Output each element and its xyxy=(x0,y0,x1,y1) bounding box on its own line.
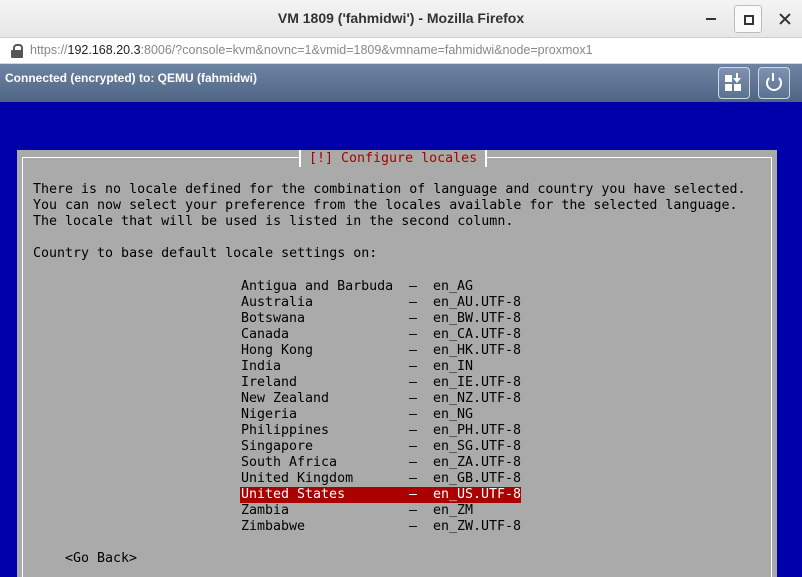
description-line-2: You can now select your preference from … xyxy=(33,198,738,213)
locale-country: Canada xyxy=(241,327,290,342)
locale-separator: – xyxy=(409,391,418,406)
url-text[interactable]: https://192.168.20.3:8006/?console=kvm&n… xyxy=(30,43,593,57)
locale-option[interactable]: Zambia – en_ZM xyxy=(240,503,521,519)
locale-option[interactable]: New Zealand – en_NZ.UTF-8 xyxy=(240,391,521,407)
locale-option[interactable]: United Kingdom – en_GB.UTF-8 xyxy=(240,471,521,487)
locale-option[interactable]: South Africa – en_ZA.UTF-8 xyxy=(240,455,521,471)
maximize-icon[interactable] xyxy=(734,5,762,33)
locale-separator: – xyxy=(409,311,418,326)
locale-code: en_AU.UTF-8 xyxy=(433,295,522,310)
locale-code: en_IE.UTF-8 xyxy=(433,375,522,390)
locale-code: en_PH.UTF-8 xyxy=(433,423,522,438)
dialog-title: [!] Configure locales xyxy=(299,150,488,167)
vm-console-screen[interactable]: [!] Configure locales There is no locale… xyxy=(0,102,802,577)
locale-code: en_GB.UTF-8 xyxy=(433,471,522,486)
connection-status: Connected (encrypted) to: QEMU (fahmidwi… xyxy=(5,71,257,85)
country-prompt: Country to base default locale settings … xyxy=(33,246,378,261)
locale-code: en_US.UTF-8 xyxy=(433,487,522,502)
locale-country: Ireland xyxy=(241,375,298,390)
url-host: 192.168.20.3 xyxy=(67,43,141,57)
locale-country: United States xyxy=(241,487,346,502)
locale-code: en_SG.UTF-8 xyxy=(433,439,522,454)
locale-separator: – xyxy=(409,519,418,534)
locale-code: en_AG xyxy=(433,279,474,294)
url-path: :8006/?console=kvm&novnc=1&vmid=1809&vmn… xyxy=(140,43,593,57)
locale-separator: – xyxy=(409,343,418,358)
locale-separator: – xyxy=(409,423,418,438)
locale-option[interactable]: Australia – en_AU.UTF-8 xyxy=(240,295,521,311)
window-title: VM 1809 ('fahmidwi') - Mozilla Firefox xyxy=(277,10,525,26)
locale-code: en_BW.UTF-8 xyxy=(433,311,522,326)
locale-option[interactable]: United States – en_US.UTF-8 xyxy=(240,487,521,503)
locale-option[interactable]: Nigeria – en_NG xyxy=(240,407,521,423)
minimize-icon[interactable] xyxy=(700,8,722,30)
locale-code: en_CA.UTF-8 xyxy=(433,327,522,342)
description-line-3: The locale that will be used is listed i… xyxy=(33,214,514,229)
url-scheme: https:// xyxy=(30,43,68,57)
locale-code: en_ZM xyxy=(433,503,474,518)
locale-separator: – xyxy=(409,375,418,390)
novnc-control-bar: Connected (encrypted) to: QEMU (fahmidwi… xyxy=(0,64,802,102)
locale-list[interactable]: Antigua and Barbuda – en_AG Australia – en_AU… xyxy=(240,279,521,535)
locale-option[interactable]: Hong Kong – en_HK.UTF-8 xyxy=(240,343,521,359)
locale-separator: – xyxy=(409,487,418,502)
locale-option[interactable]: Philippines – en_PH.UTF-8 xyxy=(240,423,521,439)
power-button[interactable] xyxy=(758,67,790,99)
locale-code: en_NG xyxy=(433,407,474,422)
locale-country: Zimbabwe xyxy=(241,519,306,534)
locale-option[interactable]: Singapore – en_SG.UTF-8 xyxy=(240,439,521,455)
locale-code: en_ZA.UTF-8 xyxy=(433,455,522,470)
locale-separator: – xyxy=(409,279,418,294)
url-bar[interactable]: https://192.168.20.3:8006/?console=kvm&n… xyxy=(0,38,802,64)
locale-option[interactable]: Canada – en_CA.UTF-8 xyxy=(240,327,521,343)
locale-country: Australia xyxy=(241,295,314,310)
locale-country: Philippines xyxy=(241,423,330,438)
locale-separator: – xyxy=(409,327,418,342)
locale-separator: – xyxy=(409,471,418,486)
locale-option[interactable]: Ireland – en_IE.UTF-8 xyxy=(240,375,521,391)
locale-option[interactable]: Zimbabwe – en_ZW.UTF-8 xyxy=(240,519,521,535)
locale-option[interactable]: India – en_IN xyxy=(240,359,521,375)
locale-option[interactable]: Antigua and Barbuda – en_AG xyxy=(240,279,521,295)
locale-option[interactable]: Botswana – en_BW.UTF-8 xyxy=(240,311,521,327)
close-icon[interactable] xyxy=(774,8,796,30)
power-icon xyxy=(766,73,782,91)
locale-country: Zambia xyxy=(241,503,290,518)
window-titlebar: VM 1809 ('fahmidwi') - Mozilla Firefox xyxy=(0,0,802,38)
locale-country: Nigeria xyxy=(241,407,298,422)
locale-country: Botswana xyxy=(241,311,306,326)
locale-code: en_ZW.UTF-8 xyxy=(433,519,522,534)
send-keys-button[interactable] xyxy=(718,67,750,99)
locale-country: United Kingdom xyxy=(241,471,354,486)
locale-country: South Africa xyxy=(241,455,338,470)
locale-separator: – xyxy=(409,295,418,310)
locale-country: India xyxy=(241,359,282,374)
locale-separator: – xyxy=(409,407,418,422)
locale-country: New Zealand xyxy=(241,391,330,406)
locale-separator: – xyxy=(409,503,418,518)
locale-code: en_NZ.UTF-8 xyxy=(433,391,522,406)
locale-code: en_HK.UTF-8 xyxy=(433,343,522,358)
locale-separator: – xyxy=(409,455,418,470)
locale-country: Singapore xyxy=(241,439,314,454)
locale-separator: – xyxy=(409,359,418,374)
lock-icon xyxy=(11,44,23,58)
locale-code: en_IN xyxy=(433,359,474,374)
locale-separator: – xyxy=(409,439,418,454)
locale-country: Hong Kong xyxy=(241,343,314,358)
installer-dialog: [!] Configure locales There is no locale… xyxy=(17,150,777,577)
description-line-1: There is no locale defined for the combi… xyxy=(33,182,746,197)
go-back-button[interactable]: <Go Back> xyxy=(65,551,137,567)
locale-country: Antigua and Barbuda xyxy=(241,279,394,294)
